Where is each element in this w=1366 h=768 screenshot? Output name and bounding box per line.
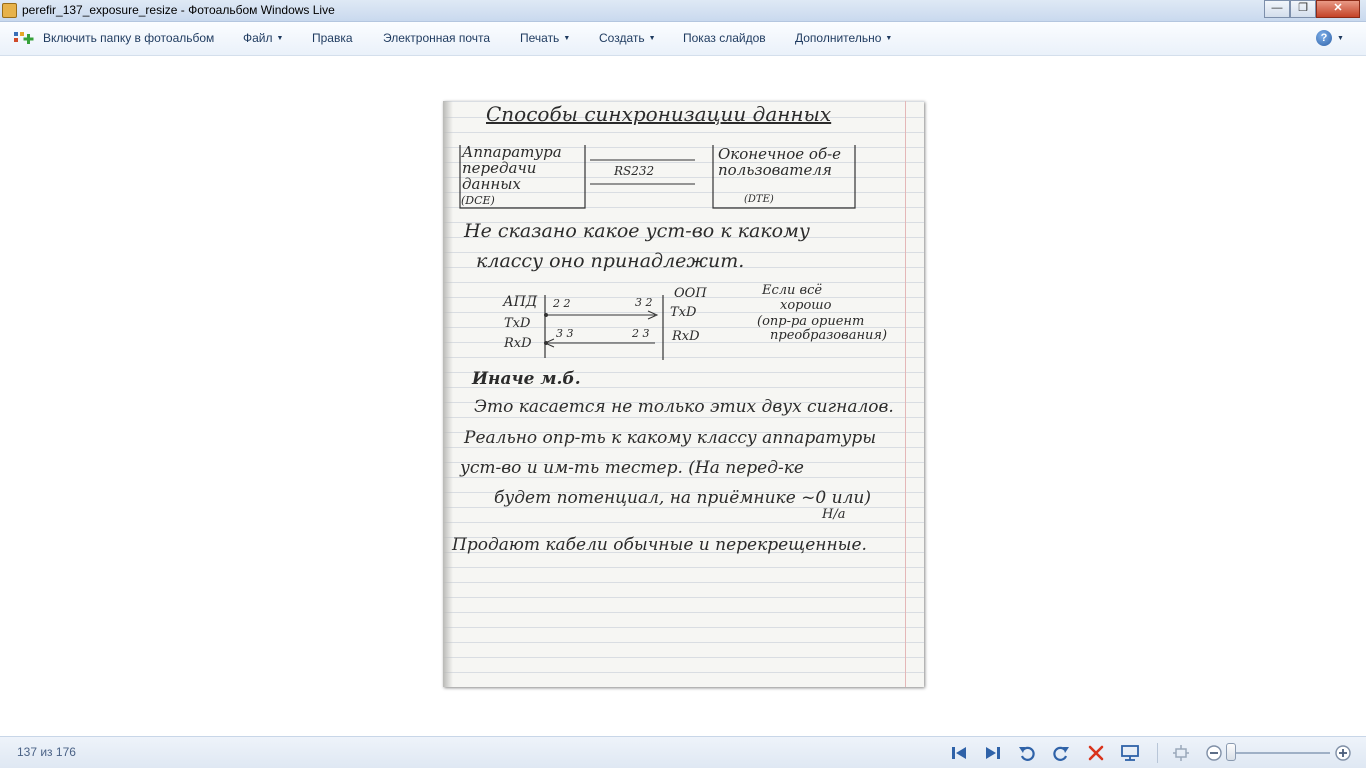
pin-label-33: 3 3 (556, 327, 574, 340)
txd-left-label: TxD (504, 316, 531, 331)
zoom-in-icon[interactable] (1334, 744, 1352, 762)
note-title: Способы синхронизации данных (486, 102, 832, 126)
pin-label-23: 2 3 (632, 327, 650, 340)
print-menu[interactable]: Печать ▼ (520, 31, 570, 45)
create-menu-label: Создать (599, 31, 645, 45)
app-icon (2, 3, 17, 18)
more-menu[interactable]: Дополнительно ▼ (795, 31, 892, 45)
title-bar: perefir_137_exposure_resize - Фотоальбом… (0, 0, 1366, 22)
chevron-down-icon: ▼ (885, 35, 893, 42)
txd-right-label: TxD (670, 305, 697, 320)
rxd-right-label: RxD (672, 329, 700, 344)
close-button[interactable]: ✕ (1316, 0, 1360, 18)
add-folder-icon[interactable] (13, 30, 35, 46)
photo-counter: 137 из 176 (17, 745, 76, 759)
previous-icon[interactable] (950, 744, 968, 762)
side-note-line-4: преобразования) (770, 328, 888, 343)
paragraph-2-line-4: будет потенциал, на приёмнике ~0 или) (494, 488, 871, 508)
zoom-slider-track[interactable] (1232, 752, 1330, 754)
paragraph-1-line-1: Не сказано какое уст-во к какому (464, 220, 810, 242)
restore-button[interactable]: ❐ (1290, 0, 1316, 18)
paragraph-2-note: Н/а (822, 507, 846, 522)
help-icon[interactable]: ? (1316, 30, 1332, 46)
apd-label: АПД (503, 294, 538, 310)
status-bar: 137 из 176 (0, 736, 1366, 768)
paragraph-3: Продают кабели обычные и перекрещенные. (452, 535, 867, 555)
oop-label: ООП (674, 286, 707, 301)
pin-label-32: 3 2 (635, 296, 653, 309)
rxd-left-label: RxD (504, 336, 532, 351)
photo-shadow-edge (443, 101, 453, 687)
rotate-left-icon[interactable] (1018, 744, 1036, 762)
window-title: perefir_137_exposure_resize - Фотоальбом… (22, 3, 335, 17)
window-controls: — ❐ ✕ (1264, 0, 1360, 18)
pin-label-22: 2 2 (553, 297, 571, 310)
fit-icon[interactable] (1172, 744, 1190, 762)
side-note-line-3: (опр-ра ориент (757, 314, 865, 329)
heading-otherwise: Иначе м.б. (472, 369, 581, 389)
side-note-line-1: Если всё (762, 283, 823, 298)
file-menu[interactable]: Файл ▼ (243, 31, 283, 45)
edit-menu[interactable]: Правка (312, 31, 353, 45)
print-menu-label: Печать (520, 31, 560, 45)
notebook-margin-line (905, 101, 906, 687)
delete-icon[interactable] (1087, 744, 1105, 762)
rotate-right-icon[interactable] (1052, 744, 1070, 762)
dce-label: Аппаратура передачи данных (462, 143, 562, 193)
dte-label: Оконечное об-е пользователя (718, 145, 842, 179)
paragraph-1-line-2: классу оно принадлежит. (476, 250, 745, 272)
add-folder-button[interactable]: Включить папку в фотоальбом (43, 31, 214, 45)
zoom-slider-thumb[interactable] (1226, 743, 1236, 761)
rs232-label: RS232 (614, 164, 655, 178)
create-menu[interactable]: Создать ▼ (599, 31, 656, 45)
next-icon[interactable] (984, 744, 1002, 762)
minimize-button[interactable]: — (1264, 0, 1290, 18)
more-menu-label: Дополнительно (795, 31, 882, 45)
chevron-down-icon: ▼ (276, 35, 284, 42)
zoom-out-icon[interactable] (1205, 744, 1223, 762)
paragraph-2-line-1: Это касается не только этих двух сигнало… (474, 397, 894, 417)
chevron-down-icon: ▼ (563, 35, 571, 42)
paragraph-2-line-3: уст-во и им-ть тестер. (На перед-ке (460, 458, 804, 478)
dte-abbr: (DTE) (744, 194, 774, 205)
slideshow-icon[interactable] (1121, 744, 1139, 762)
slideshow-menu[interactable]: Показ слайдов (683, 31, 766, 45)
dce-abbr: (DCE) (461, 194, 495, 207)
paragraph-2-line-2: Реально опр-ть к какому классу аппаратур… (464, 428, 877, 448)
menu-bar: Включить папку в фотоальбом Файл ▼ Правка… (0, 22, 1366, 56)
separator (1157, 743, 1158, 763)
chevron-down-icon: ▼ (648, 35, 656, 42)
chevron-down-icon[interactable]: ▼ (1337, 35, 1344, 42)
file-menu-label: Файл (243, 31, 273, 45)
side-note-line-2: хорошо (780, 298, 832, 313)
email-menu[interactable]: Электронная почта (383, 31, 490, 45)
